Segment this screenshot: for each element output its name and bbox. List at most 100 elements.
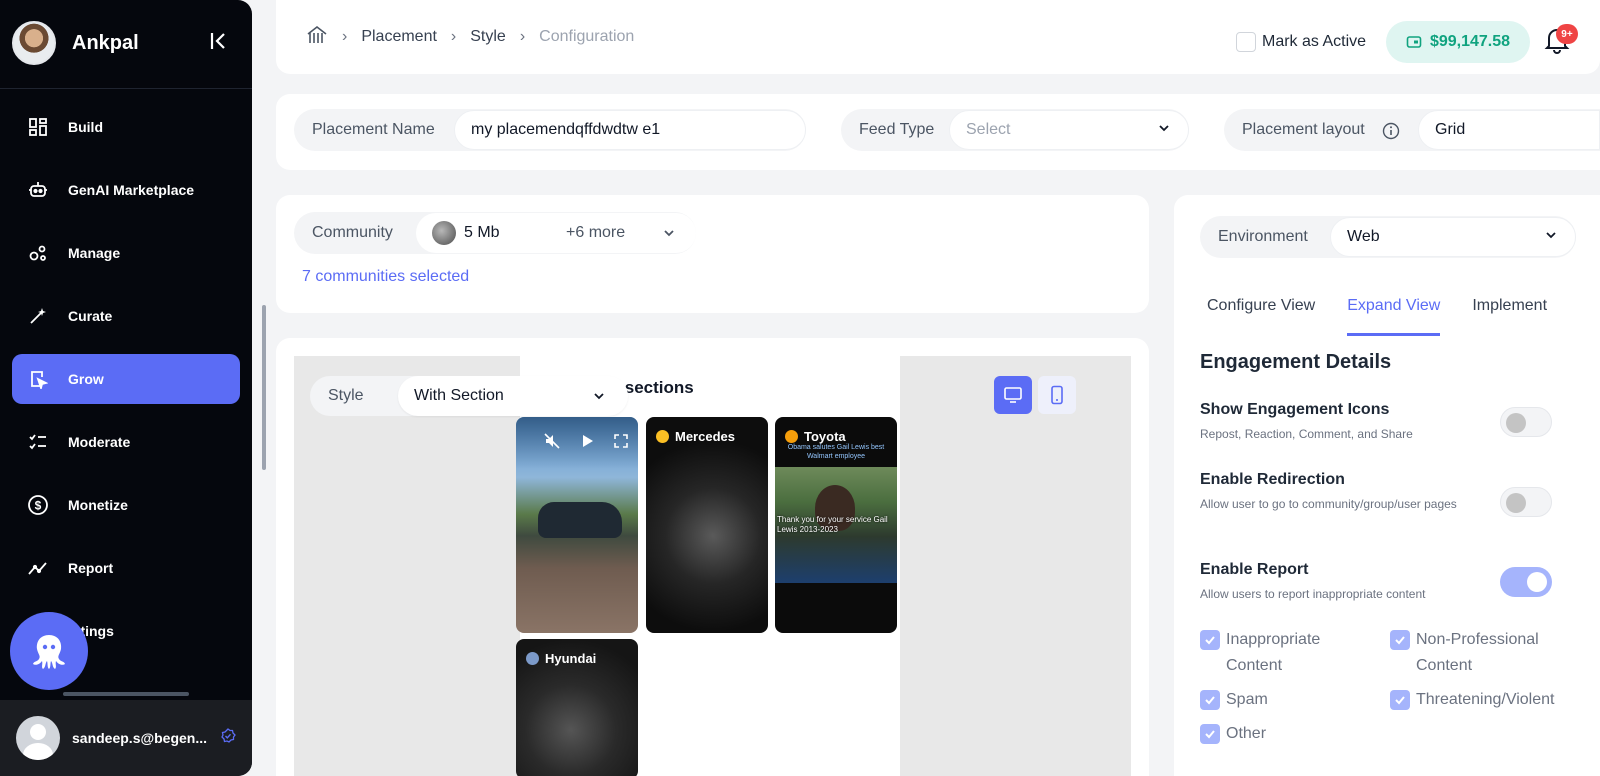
- reason-label: Threatening/Violent: [1416, 691, 1555, 708]
- feed-type-select[interactable]: Select: [949, 110, 1189, 150]
- sidebar-resize-handle[interactable]: [63, 692, 189, 696]
- preview-canvas: th sections Style With Section Mercedes …: [294, 356, 1131, 776]
- collapse-sidebar-icon[interactable]: [208, 30, 230, 58]
- community-label: Community: [312, 224, 393, 241]
- preview-card: th sections Style With Section Mercedes …: [276, 338, 1149, 776]
- toggle-knob: [1506, 493, 1526, 513]
- build-icon: [26, 115, 50, 139]
- checkbox-checked-icon[interactable]: [1200, 724, 1220, 744]
- placement-layout-field: Placement layout Grid: [1224, 109, 1600, 151]
- user-email: sandeep.s@begen...: [72, 730, 208, 746]
- info-icon[interactable]: [1382, 122, 1400, 145]
- placement-name-input[interactable]: my placemendqffdwdtw e1: [454, 110, 806, 150]
- sidebar-divider: [0, 88, 252, 89]
- reason-label: Other: [1226, 725, 1267, 742]
- sidebar-nav: Build GenAI Marketplace Manage Curate Gr…: [12, 102, 240, 669]
- feed-video-tile[interactable]: Toyota Obama salutes Gail Lewis best Wal…: [775, 417, 897, 633]
- mute-icon[interactable]: [544, 433, 560, 454]
- community-select[interactable]: 5 Mb +6 more: [416, 213, 696, 253]
- car-shape: [538, 502, 622, 538]
- report-reason-other[interactable]: Other: [1200, 721, 1266, 747]
- verified-badge-icon: [220, 727, 236, 749]
- tile-label: Mercedes: [656, 429, 735, 444]
- mark-as-active-checkbox[interactable]: Mark as Active: [1236, 32, 1366, 52]
- view-tabs: Configure View Expand View Implement: [1207, 297, 1579, 336]
- sidebar-item-manage[interactable]: Manage: [12, 228, 240, 278]
- user-profile[interactable]: sandeep.s@begen...: [0, 700, 252, 776]
- tile-label-text: Hyundai: [545, 651, 597, 666]
- checkbox-checked-icon[interactable]: [1390, 690, 1410, 710]
- assistant-launcher-button[interactable]: [10, 612, 88, 690]
- robot-icon: [26, 178, 50, 202]
- communities-selected-link[interactable]: 7 communities selected: [302, 268, 469, 286]
- environment-select[interactable]: Web: [1330, 217, 1576, 257]
- placement-fields: Placement Name my placemendqffdwdtw e1 F…: [276, 94, 1600, 170]
- reason-label: Non-Professional Content: [1416, 631, 1539, 674]
- placement-name-label: Placement Name: [312, 121, 435, 138]
- report-reason-threatening[interactable]: Threatening/Violent: [1390, 687, 1554, 713]
- sidebar-item-build[interactable]: Build: [12, 102, 240, 152]
- option-description: Allow users to report inappropriate cont…: [1200, 587, 1426, 601]
- emoji-icon: [526, 652, 539, 665]
- sidebar-scrollbar[interactable]: [262, 305, 266, 470]
- sidebar-item-curate[interactable]: Curate: [12, 291, 240, 341]
- community-selected-name: 5 Mb: [464, 224, 500, 241]
- sidebar-header: Ankpal: [12, 20, 240, 66]
- wallet-icon: [1406, 36, 1422, 48]
- top-bar: › Placement › Style › Configuration Mark…: [276, 0, 1600, 74]
- balance-amount: $99,147.58: [1429, 33, 1511, 50]
- report-reason-non-professional[interactable]: Non-Professional Content: [1390, 627, 1580, 679]
- tab-configure-view[interactable]: Configure View: [1207, 297, 1315, 336]
- sidebar-item-monetize[interactable]: $ Monetize: [12, 480, 240, 530]
- sidebar-item-grow[interactable]: Grow: [12, 354, 240, 404]
- breadcrumb-separator: ›: [519, 28, 526, 45]
- community-more: +6 more: [566, 224, 626, 241]
- sidebar-item-label: Moderate: [68, 434, 131, 450]
- redirection-toggle[interactable]: [1500, 487, 1552, 517]
- mobile-view-button[interactable]: [1038, 376, 1076, 414]
- sidebar-item-genai-marketplace[interactable]: GenAI Marketplace: [12, 165, 240, 215]
- community-avatar: [432, 221, 456, 245]
- report-toggle[interactable]: [1500, 567, 1552, 597]
- checkbox-checked-icon[interactable]: [1200, 630, 1220, 650]
- video-caption-bottom: Thank you for your service Gail Lewis 20…: [777, 515, 888, 534]
- octopus-icon: [33, 635, 65, 669]
- community-field: Community 5 Mb +6 more: [294, 212, 696, 254]
- report-reason-spam[interactable]: Spam: [1200, 687, 1268, 713]
- feed-video-tile[interactable]: Mercedes: [646, 417, 768, 633]
- engagement-icons-toggle[interactable]: [1500, 407, 1552, 437]
- placement-layout-select[interactable]: Grid: [1418, 110, 1600, 150]
- checkbox-checked-icon[interactable]: [1390, 630, 1410, 650]
- sidebar-item-moderate[interactable]: Moderate: [12, 417, 240, 467]
- grow-icon: [26, 367, 50, 391]
- workspace-title: Ankpal: [72, 31, 139, 54]
- toggle-knob: [1527, 572, 1547, 592]
- breadcrumb: › Placement › Style › Configuration: [306, 25, 634, 50]
- sidebar-item-report[interactable]: Report: [12, 543, 240, 593]
- chevron-down-icon: [592, 389, 606, 408]
- tab-implement[interactable]: Implement: [1472, 297, 1547, 336]
- play-icon[interactable]: [580, 434, 594, 453]
- section-title: Engagement Details: [1200, 351, 1392, 373]
- style-select[interactable]: With Section: [398, 376, 628, 416]
- desktop-view-button[interactable]: [994, 376, 1032, 414]
- chart-line-icon: [26, 556, 50, 580]
- report-reason-inappropriate[interactable]: Inappropriate Content: [1200, 627, 1370, 679]
- checkbox[interactable]: [1236, 32, 1256, 52]
- breadcrumb-placement[interactable]: Placement: [361, 28, 437, 46]
- feed-video-tile[interactable]: [516, 417, 638, 633]
- notification-badge: 9+: [1556, 24, 1578, 44]
- feed-video-tile[interactable]: Hyundai: [516, 639, 638, 776]
- chevron-down-icon: [662, 226, 676, 245]
- magic-wand-icon: [26, 304, 50, 328]
- tab-expand-view[interactable]: Expand View: [1347, 297, 1441, 336]
- placement-name-field: Placement Name my placemendqffdwdtw e1: [294, 109, 806, 151]
- sidebar-item-label: GenAI Marketplace: [68, 182, 195, 198]
- checkbox-checked-icon[interactable]: [1200, 690, 1220, 710]
- home-icon[interactable]: [306, 25, 328, 50]
- wallet-balance[interactable]: $99,147.58: [1386, 21, 1530, 63]
- sidebar-item-label: Curate: [68, 308, 113, 324]
- fullscreen-icon[interactable]: [614, 434, 628, 453]
- video-caption-top: Obama salutes Gail Lewis best Walmart em…: [787, 444, 885, 460]
- breadcrumb-style[interactable]: Style: [470, 28, 506, 46]
